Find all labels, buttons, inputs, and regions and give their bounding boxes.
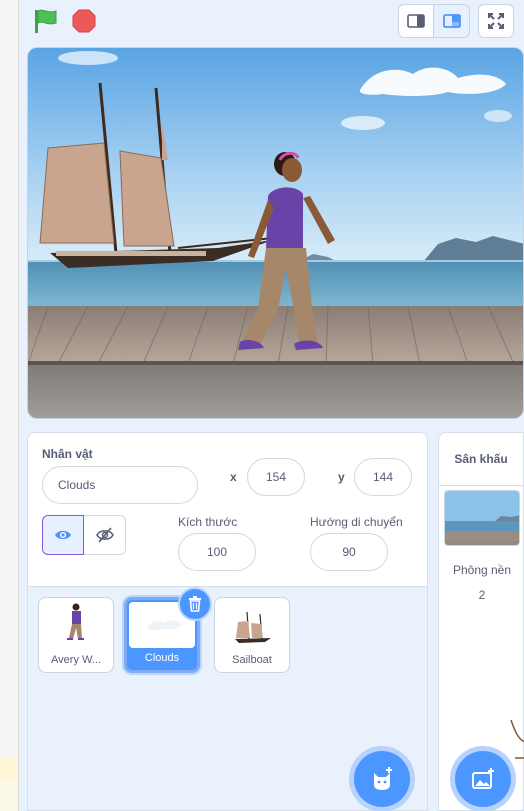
avery-thumb [67,603,84,640]
fullscreen-icon[interactable] [478,4,514,38]
y-input[interactable]: 144 [354,458,412,496]
sprite-tile-label: Clouds [144,652,180,664]
code-area-edge [0,0,19,811]
size-label: Kích thước [178,515,238,529]
sprite-tile-label: Sailboat [232,654,272,666]
size-input[interactable]: 100 [178,533,256,571]
stage-header [18,0,524,44]
sprite-info-panel: Nhân vật Clouds x 154 y 144 Kích thước 1… [27,432,428,587]
x-label: x [230,470,237,484]
stage-canvas[interactable] [27,47,524,419]
code-highlight [0,757,18,781]
green-flag-icon[interactable] [32,8,60,34]
stop-icon[interactable] [72,9,96,33]
x-input[interactable]: 154 [247,458,305,496]
small-stage-icon[interactable] [398,4,434,38]
direction-input[interactable]: 90 [310,533,388,571]
stage-panel-title: Sân khấu [439,433,523,486]
stage-target-panel[interactable]: Sân khấu Phông nền 2 [438,432,524,811]
backdrops-count: 2 [478,588,486,602]
sprite-tile-sailboat[interactable]: Sailboat [214,597,290,673]
delete-sprite-icon[interactable] [178,587,212,621]
code-highlight-2 [0,781,18,811]
backdrop-thumbnail[interactable] [444,490,520,546]
add-backdrop-icon[interactable] [455,751,511,807]
sprite-tile-label: Avery W... [51,654,101,666]
hide-eye-icon[interactable] [84,515,126,555]
sprite-name-input[interactable]: Clouds [42,466,198,504]
sprite-label: Nhân vật [42,447,93,461]
show-eye-icon[interactable] [42,515,84,555]
curve-decoration [510,719,524,759]
direction-label: Hướng di chuyển [310,515,403,529]
add-sprite-icon[interactable] [354,751,410,807]
stage-size-controls [398,4,514,38]
visibility-toggle [42,515,126,555]
normal-stage-icon[interactable] [434,4,470,38]
backdrops-label: Phông nền [452,563,512,577]
sprite-tile-avery[interactable]: Avery W... [38,597,114,673]
y-label: y [338,470,345,484]
sailboat-thumb [235,611,271,643]
sprite-list: Avery W... Clouds Sailboat [27,587,428,811]
